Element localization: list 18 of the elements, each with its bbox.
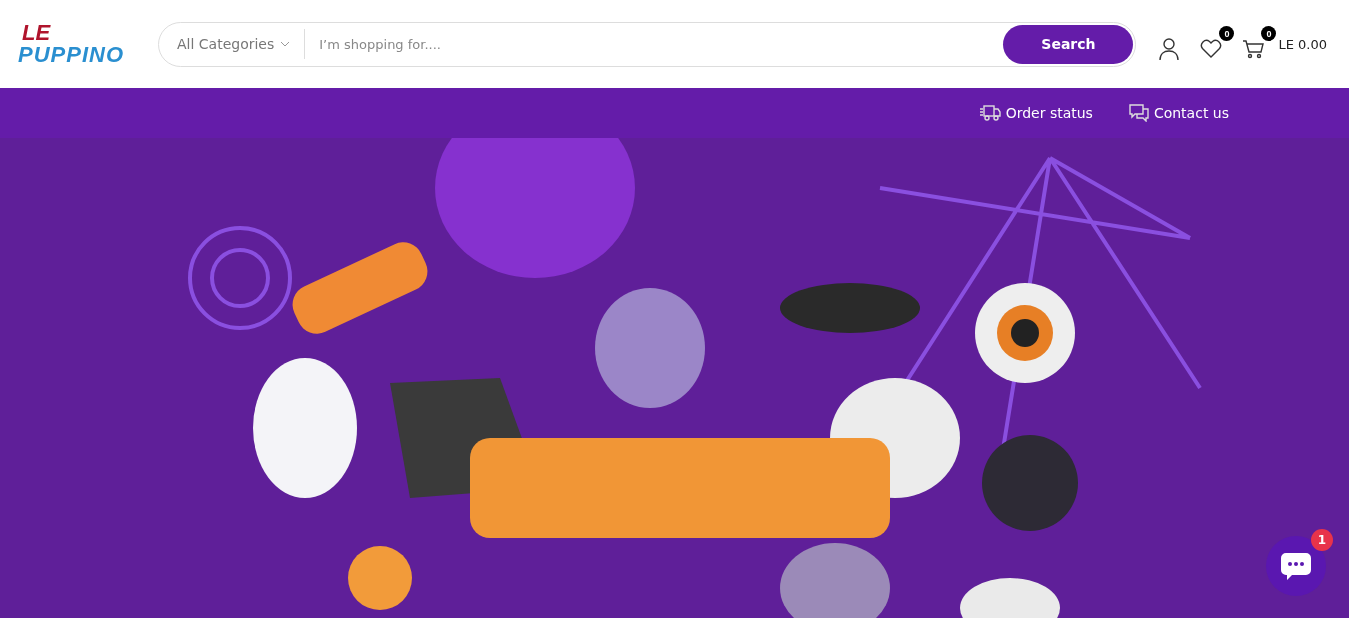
wishlist-button[interactable]: 0 (1198, 26, 1235, 62)
cart-count: 0 (1261, 26, 1277, 41)
user-icon (1158, 37, 1181, 61)
chat-bubble-icon (1280, 551, 1312, 581)
cart-icon (1241, 38, 1266, 60)
search-button[interactable]: Search (1003, 24, 1134, 64)
cart-button[interactable]: 0 (1240, 26, 1277, 62)
wishlist-count: 0 (1219, 26, 1235, 41)
nav-link[interactable]: Contact us (1128, 104, 1229, 122)
cart-total: LE 0.00 (1278, 36, 1327, 52)
truck-icon (978, 104, 1001, 122)
logo-text: PUPPINO (18, 44, 126, 66)
chat-icon (1128, 104, 1149, 122)
nav-link[interactable]: Order status (978, 104, 1093, 122)
chevron-down-icon (280, 41, 291, 47)
logo[interactable]: LE PUPPINO (18, 9, 138, 79)
logo-text: LE (22, 22, 52, 44)
heart-icon (1200, 39, 1223, 59)
